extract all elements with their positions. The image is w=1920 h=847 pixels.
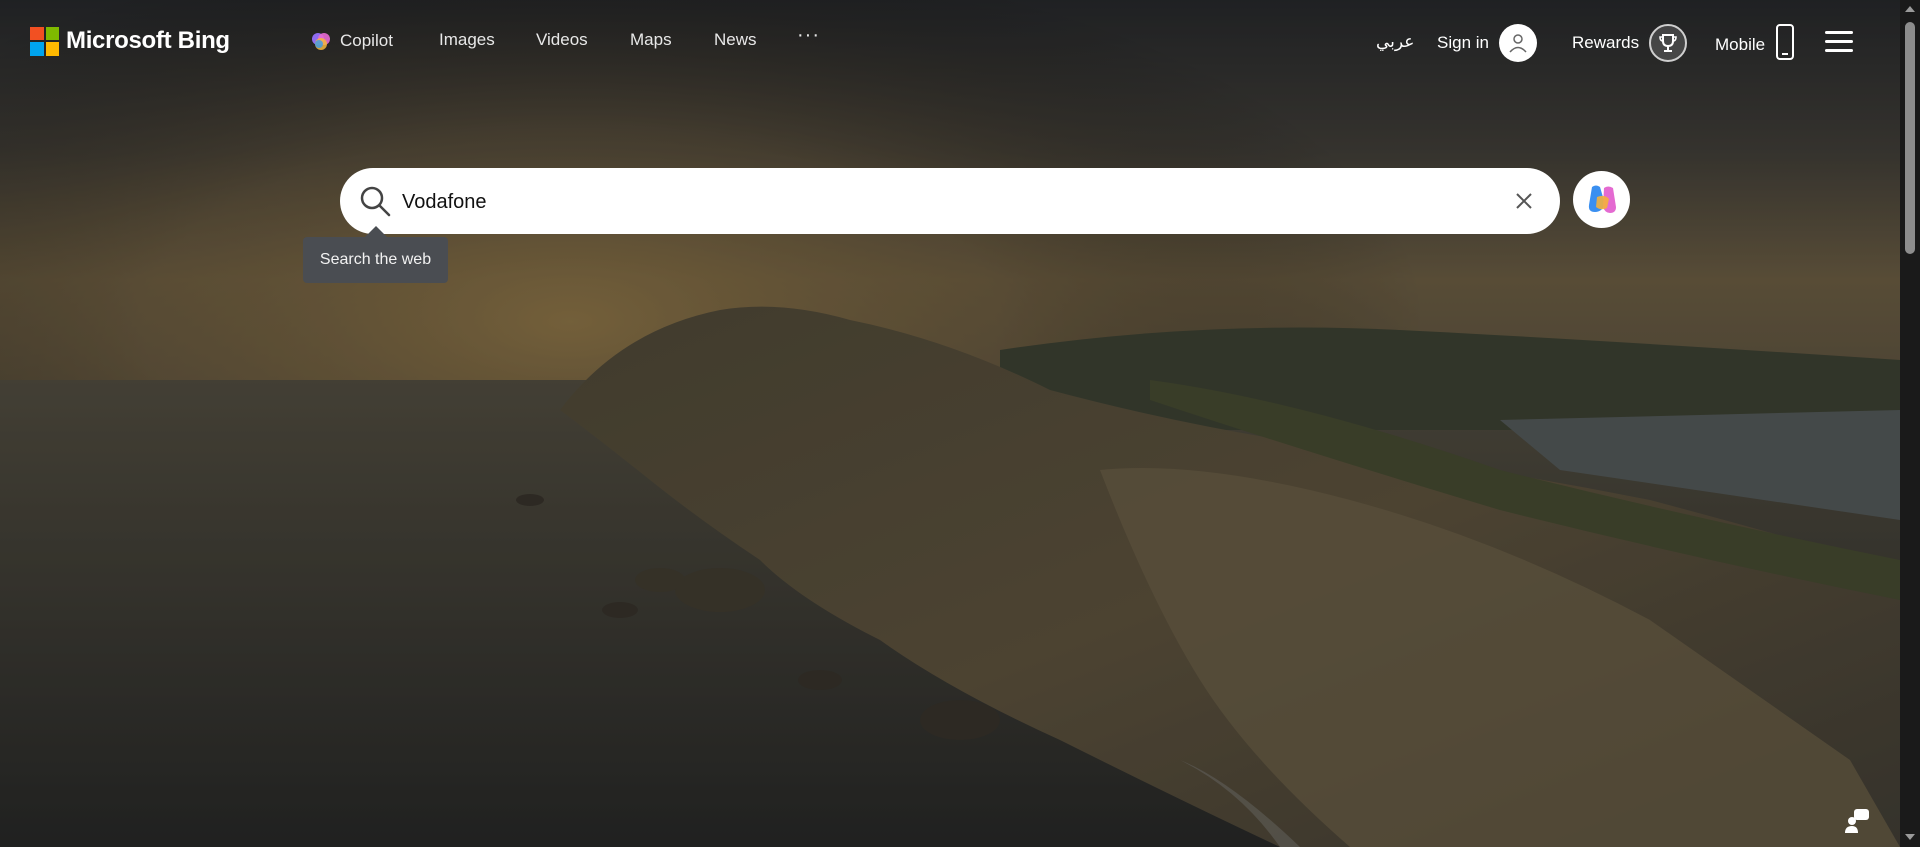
phone-icon xyxy=(1775,24,1795,65)
mobile-label: Mobile xyxy=(1715,34,1766,54)
search-tooltip: Search the web xyxy=(303,237,448,283)
sign-in-button[interactable]: Sign in xyxy=(1437,24,1537,62)
nav-item-images[interactable]: Images xyxy=(439,30,495,50)
feedback-icon[interactable] xyxy=(1843,806,1871,834)
nav-item-label: Copilot xyxy=(340,31,393,50)
nav-item-maps[interactable]: Maps xyxy=(630,30,672,50)
bing-logo[interactable]: Microsoft Bing xyxy=(30,26,230,56)
search-input[interactable] xyxy=(400,182,1404,222)
logo-text: Microsoft Bing xyxy=(66,27,230,54)
copilot-icon xyxy=(312,33,330,50)
mobile-link[interactable]: Mobile xyxy=(1715,24,1795,65)
top-navigation-bar: Microsoft Bing Copilot Images Videos Map… xyxy=(0,0,1900,86)
rewards-label: Rewards xyxy=(1572,33,1640,52)
background-image xyxy=(0,0,1900,847)
user-avatar-icon xyxy=(1498,24,1537,62)
rewards-button[interactable]: Rewards xyxy=(1572,24,1688,62)
nav-item-videos[interactable]: Videos xyxy=(536,30,588,50)
scroll-thumb[interactable] xyxy=(1905,22,1915,254)
trophy-icon xyxy=(1649,24,1688,62)
nav-item-copilot[interactable]: Copilot xyxy=(310,30,393,52)
language-link[interactable]: عربي xyxy=(1376,32,1414,52)
search-box xyxy=(340,168,1560,234)
nav-item-news[interactable]: News xyxy=(714,30,757,50)
copilot-icon xyxy=(1588,185,1616,213)
sign-in-label: Sign in xyxy=(1437,33,1489,52)
tooltip-arrow xyxy=(365,226,387,237)
scroll-down-arrow-icon[interactable] xyxy=(1905,834,1915,840)
scroll-up-arrow-icon[interactable] xyxy=(1905,6,1915,12)
more-menu-button[interactable]: ··· xyxy=(797,24,820,47)
hamburger-menu-icon[interactable] xyxy=(1825,31,1853,53)
close-icon[interactable] xyxy=(1510,187,1538,215)
scrollbar[interactable] xyxy=(1900,0,1920,847)
copilot-search-button[interactable] xyxy=(1573,171,1630,228)
microsoft-logo-icon xyxy=(30,26,59,56)
search-icon[interactable] xyxy=(358,184,392,218)
